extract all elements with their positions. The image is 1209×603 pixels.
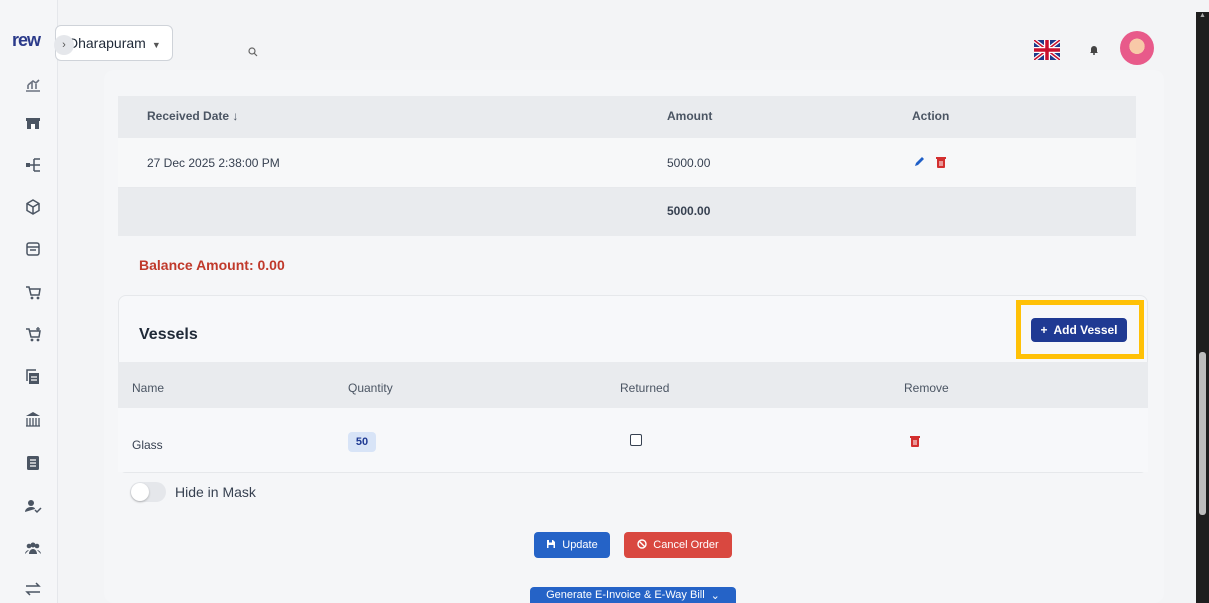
col-name: Name: [132, 381, 165, 395]
copy-icon[interactable]: [24, 368, 42, 386]
trash-icon[interactable]: [910, 434, 920, 447]
bell-icon[interactable]: [1089, 44, 1099, 58]
payments-table-header: Received Date ↓ Amount Action: [118, 96, 1136, 138]
cancel-order-button[interactable]: Cancel Order: [624, 532, 732, 558]
pencil-icon[interactable]: [913, 156, 925, 171]
update-label: Update: [562, 539, 598, 551]
payment-date: 27 Dec 2025 2:38:00 PM: [147, 156, 280, 170]
update-button[interactable]: Update: [534, 532, 610, 558]
payments-total: 5000.00: [667, 204, 711, 218]
hide-in-mask-toggle[interactable]: [130, 482, 166, 502]
col-returned: Returned: [620, 381, 670, 395]
balance-amount: Balance Amount: 0.00: [139, 257, 285, 273]
vessel-quantity-badge: 50: [348, 432, 376, 452]
users-icon[interactable]: [24, 539, 42, 557]
cart-icon[interactable]: [24, 284, 42, 302]
table-row: 27 Dec 2025 2:38:00 PM 5000.00: [118, 138, 1136, 188]
shop-icon[interactable]: [24, 410, 42, 428]
store-icon[interactable]: [24, 114, 42, 132]
generate-einvoice-button[interactable]: Generate E-Invoice & E-Way Bill ⌄: [530, 587, 736, 603]
trash-icon[interactable]: [936, 156, 946, 171]
caret-down-icon: ▼: [151, 40, 161, 50]
returned-checkbox[interactable]: [630, 434, 642, 446]
plus-icon: +: [1040, 323, 1048, 337]
transfer-icon[interactable]: [24, 580, 42, 598]
col-remove: Remove: [904, 381, 949, 395]
sidebar-expand-button[interactable]: ›: [54, 35, 74, 55]
user-avatar[interactable]: [1120, 31, 1154, 65]
col-action: Action: [912, 109, 950, 123]
hierarchy-icon[interactable]: [24, 156, 42, 174]
cube-icon[interactable]: [24, 198, 42, 216]
cancel-circle-icon: [637, 538, 647, 552]
col-quantity: Quantity: [348, 381, 393, 395]
brand-logo[interactable]: rew: [12, 30, 41, 51]
uk-flag-icon[interactable]: [1032, 38, 1062, 62]
toggle-knob: [131, 483, 149, 501]
add-vessel-label: Add Vessel: [1053, 323, 1118, 337]
scrollbar-thumb[interactable]: [1199, 352, 1206, 515]
vessels-title: Vessels: [139, 326, 198, 343]
add-vessel-button[interactable]: + Add Vessel: [1031, 318, 1127, 342]
user-check-icon[interactable]: [24, 497, 42, 515]
save-icon: [546, 539, 556, 552]
top-bar: [58, 12, 1185, 70]
sidebar: rew: [0, 0, 58, 603]
chevron-right-icon: ›: [62, 39, 66, 51]
archive-box-icon[interactable]: [24, 240, 42, 258]
payments-total-row: 5000.00: [118, 188, 1136, 236]
search-icon[interactable]: [248, 46, 258, 60]
vessel-name: Glass: [132, 438, 163, 452]
hide-in-mask-label: Hide in Mask: [175, 484, 256, 500]
chart-bars-icon[interactable]: [24, 76, 42, 94]
cancel-order-label: Cancel Order: [653, 539, 719, 551]
generate-einvoice-label: Generate E-Invoice & E-Way Bill: [546, 589, 705, 601]
branch-select-value: Dharapuram: [68, 35, 146, 51]
col-amount: Amount: [667, 109, 713, 123]
payment-amount: 5000.00: [667, 156, 711, 170]
cart-plus-icon[interactable]: [24, 326, 42, 344]
list-icon[interactable]: [24, 454, 42, 472]
payments-table: Received Date ↓ Amount Action 27 Dec 202…: [118, 96, 1136, 236]
chevron-down-icon: ⌄: [710, 589, 720, 602]
col-received-date[interactable]: Received Date ↓: [147, 109, 238, 123]
scroll-up-icon[interactable]: ▲: [1199, 12, 1206, 19]
